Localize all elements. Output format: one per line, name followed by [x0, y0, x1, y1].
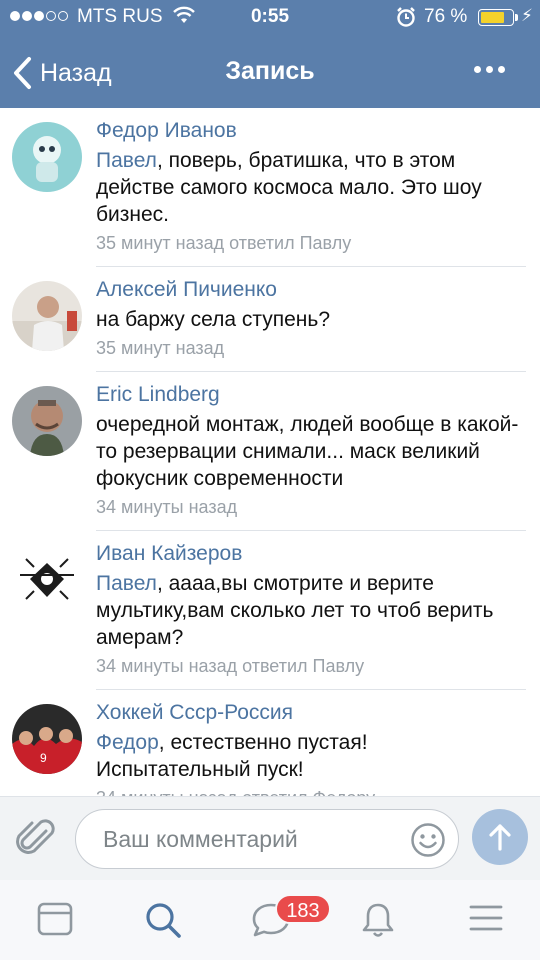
tab-news[interactable]: [36, 900, 74, 943]
tab-bar: 183: [0, 880, 540, 960]
battery-percent: 76 %: [424, 6, 468, 27]
comment-author[interactable]: Хоккей Ссср-Россия: [96, 700, 526, 726]
navigation-bar: Назад Запись: [0, 36, 540, 108]
comment-input[interactable]: [103, 823, 403, 855]
news-tab-icon: [37, 902, 73, 936]
comment-list[interactable]: Федор Иванов Павел, поверь, братишка, чт…: [0, 108, 540, 796]
battery-tip: [515, 14, 518, 21]
comment-mention[interactable]: Павел: [96, 572, 157, 595]
comment-author[interactable]: Иван Кайзеров: [96, 541, 526, 567]
search-tab-icon: [146, 903, 181, 938]
send-arrow-icon: [489, 824, 511, 851]
avatar[interactable]: [12, 386, 82, 456]
comment-meta: 34 минуты назад ответил Федору: [96, 785, 526, 796]
comment-text: на баржу села ступень?: [96, 306, 526, 333]
more-icon: [474, 66, 481, 73]
comment-text: очередной монтаж, людей вообще в какой-т…: [96, 411, 526, 492]
comment-text: Федор, естественно пустая! Испытательный…: [96, 729, 526, 783]
comment-composer: [0, 796, 540, 880]
tab-notifications[interactable]: [359, 900, 397, 945]
comment-text: Павел, поверь, братишка, что в этом дейс…: [96, 147, 526, 228]
comment-author[interactable]: Федор Иванов: [96, 118, 526, 144]
charging-icon: ⚡: [521, 6, 533, 25]
comment-item: Федор Иванов Павел, поверь, братишка, чт…: [0, 108, 540, 267]
comment-item: Eric Lindberg очередной монтаж, людей во…: [0, 372, 540, 531]
emoji-button[interactable]: [410, 822, 446, 863]
comment-mention[interactable]: Павел: [96, 149, 157, 172]
messages-badge: 183: [275, 894, 331, 924]
notifications-tab-icon: [362, 903, 394, 937]
comment-meta: 34 минуты назад: [96, 497, 238, 517]
menu-tab-icon: [469, 905, 503, 931]
more-button[interactable]: [474, 66, 505, 73]
comment-meta: 35 минут назад ответил Павлу: [96, 233, 352, 253]
comment-mention[interactable]: Федор: [96, 731, 159, 754]
battery-icon: [478, 9, 514, 26]
svg-text:9: 9: [40, 751, 47, 765]
alarm-icon: [396, 6, 416, 34]
top-bar: MTS RUS 0:55 76 % ⚡ Назад Запись: [0, 0, 540, 108]
avatar[interactable]: 9: [12, 704, 82, 774]
comment-author[interactable]: Eric Lindberg: [96, 382, 526, 408]
tab-search[interactable]: [143, 900, 183, 945]
back-label: Назад: [40, 58, 112, 87]
comment-meta: 35 минут назад: [96, 338, 225, 358]
comment-message: на баржу села ступень?: [96, 308, 331, 331]
smile-icon: [411, 823, 445, 857]
status-bar: MTS RUS 0:55 76 % ⚡: [0, 0, 540, 36]
comment-item: Иван Кайзеров Павел, аааа,вы смотрите и …: [0, 531, 540, 690]
back-button[interactable]: Назад: [12, 56, 112, 90]
comment-input-box[interactable]: [75, 809, 459, 869]
comment-text: Павел, аааа,вы смотрите и верите мультик…: [96, 570, 526, 651]
comment-item: Алексей Пичиенко на баржу села ступень? …: [0, 267, 540, 372]
avatar[interactable]: [12, 122, 82, 192]
tab-menu[interactable]: [468, 900, 504, 941]
comment-author[interactable]: Алексей Пичиенко: [96, 277, 526, 303]
back-chevron-icon: [14, 57, 31, 89]
avatar[interactable]: [12, 281, 82, 351]
comment-item: 9 Хоккей Ссср-Россия Федор, естественно …: [0, 690, 540, 796]
avatar[interactable]: [12, 545, 82, 615]
comment-meta: 34 минуты назад ответил Павлу: [96, 656, 365, 676]
send-button[interactable]: [472, 809, 528, 865]
attach-icon: [16, 819, 55, 854]
comment-message: очередной монтаж, людей вообще в какой-т…: [96, 413, 519, 490]
attach-button[interactable]: [16, 815, 56, 866]
